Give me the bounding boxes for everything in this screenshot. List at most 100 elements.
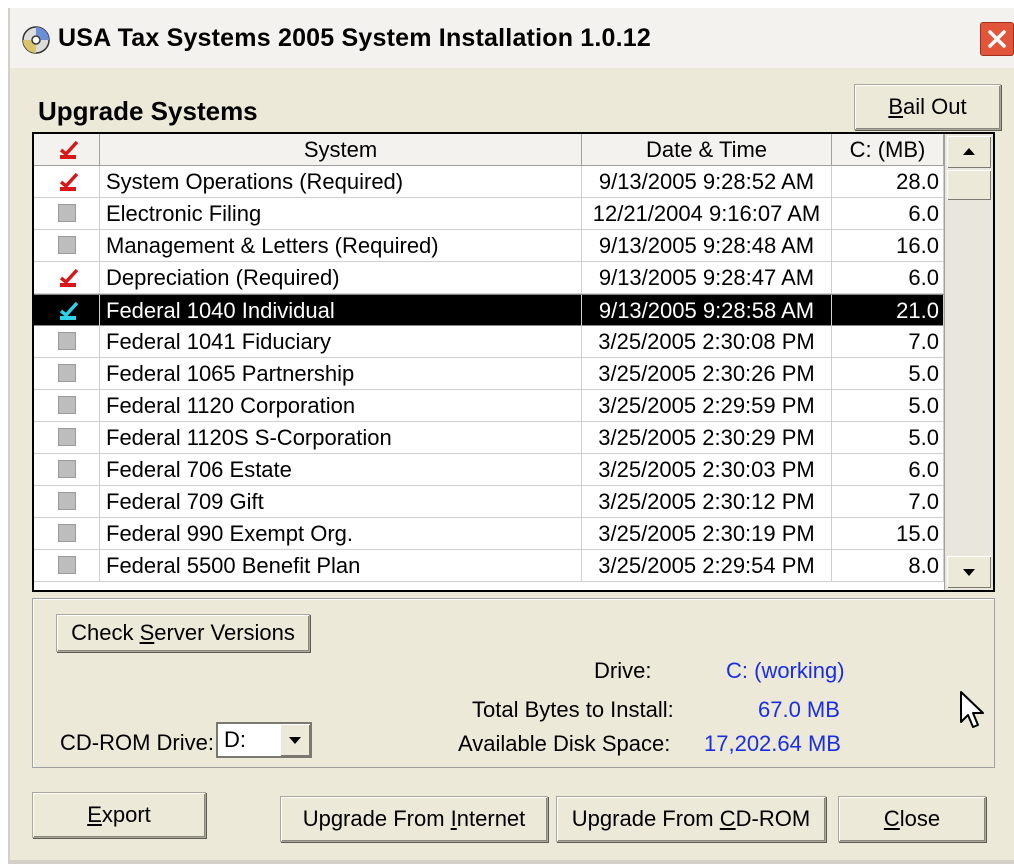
- close-window-button[interactable]: [980, 22, 1014, 56]
- row-checkbox[interactable]: [58, 492, 76, 510]
- row-check-cell: [34, 326, 100, 357]
- row-date-time: 12/21/2004 9:16:07 AM: [582, 198, 832, 229]
- cdrom-dropdown-button[interactable]: [280, 724, 310, 756]
- row-size-mb: 6.0: [832, 198, 944, 229]
- row-checkbox[interactable]: [58, 204, 76, 222]
- table-row[interactable]: Depreciation (Required) 9/13/2005 9:28:47…: [34, 262, 944, 294]
- row-size-mb: 7.0: [832, 326, 944, 357]
- row-system-name: Federal 1120S S-Corporation: [100, 422, 582, 453]
- drive-label: Drive:: [594, 658, 652, 683]
- row-date-time: 9/13/2005 9:28:48 AM: [582, 230, 832, 261]
- row-check-cell: [34, 295, 100, 326]
- row-size-mb: 7.0: [832, 486, 944, 517]
- row-check-cell: [34, 166, 100, 197]
- check-server-versions-button[interactable]: Check Server Versions: [56, 614, 310, 652]
- table-row[interactable]: Management & Letters (Required) 9/13/2005…: [34, 230, 944, 262]
- scroll-up-button[interactable]: [947, 136, 991, 168]
- row-checkbox[interactable]: [58, 556, 76, 574]
- row-date-time: 3/25/2005 2:30:26 PM: [582, 358, 832, 389]
- table-row[interactable]: Federal 706 Estate 3/25/2005 2:30:03 PM 6.…: [34, 454, 944, 486]
- bail-out-button[interactable]: Bail Out: [854, 84, 1001, 130]
- table-row[interactable]: Federal 990 Exempt Org. 3/25/2005 2:30:19…: [34, 518, 944, 550]
- header-date-time[interactable]: Date & Time: [582, 134, 832, 165]
- row-size-mb: 5.0: [832, 390, 944, 421]
- row-checkbox[interactable]: [58, 172, 79, 191]
- close-label-key: C: [883, 806, 900, 831]
- row-size-mb: 28.0: [832, 166, 944, 197]
- export-label-suffix: xport: [101, 802, 151, 827]
- row-check-cell: [34, 550, 100, 581]
- systems-table: System Date & Time C: (MB) System Operat…: [32, 132, 995, 592]
- row-check-cell: [34, 486, 100, 517]
- table-row[interactable]: System Operations (Required) 9/13/2005 9:…: [34, 166, 944, 198]
- row-checkbox[interactable]: [58, 428, 76, 446]
- row-system-name: Federal 1065 Partnership: [100, 358, 582, 389]
- row-system-name: Depreciation (Required): [100, 262, 582, 293]
- table-row[interactable]: Federal 1065 Partnership 3/25/2005 2:30:2…: [34, 358, 944, 390]
- row-size-mb: 5.0: [832, 358, 944, 389]
- export-label-key: E: [87, 802, 102, 827]
- row-checkbox[interactable]: [58, 236, 76, 254]
- row-check-cell: [34, 518, 100, 549]
- row-date-time: 3/25/2005 2:30:08 PM: [582, 326, 832, 357]
- table-row[interactable]: Federal 1120 Corporation 3/25/2005 2:29:5…: [34, 390, 944, 422]
- table-row[interactable]: Electronic Filing 12/21/2004 9:16:07 AM 6.…: [34, 198, 944, 230]
- row-checkbox[interactable]: [58, 460, 76, 478]
- upgrade-from-cdrom-button[interactable]: Upgrade From CD-ROM: [556, 796, 826, 842]
- row-check-cell: [34, 454, 100, 485]
- row-checkbox[interactable]: [58, 332, 76, 350]
- available-space-label: Available Disk Space:: [458, 731, 671, 756]
- cd-disc-icon: [22, 26, 50, 54]
- row-size-mb: 6.0: [832, 454, 944, 485]
- row-date-time: 3/25/2005 2:30:19 PM: [582, 518, 832, 549]
- row-checkbox[interactable]: [58, 268, 79, 287]
- row-check-cell: [34, 390, 100, 421]
- scroll-thumb[interactable]: [947, 170, 991, 200]
- header-system[interactable]: System: [100, 134, 582, 165]
- total-bytes-value: 67.0 MB: [758, 697, 840, 722]
- vertical-scrollbar[interactable]: [944, 134, 993, 590]
- header-check-all[interactable]: [34, 134, 100, 165]
- row-date-time: 9/13/2005 9:28:58 AM: [582, 295, 832, 326]
- row-size-mb: 6.0: [832, 262, 944, 293]
- row-system-name: Federal 709 Gift: [100, 486, 582, 517]
- table-row[interactable]: Federal 1120S S-Corporation 3/25/2005 2:3…: [34, 422, 944, 454]
- upgrade-from-internet-button[interactable]: Upgrade From Internet: [280, 796, 548, 842]
- row-checkbox[interactable]: [58, 396, 76, 414]
- close-icon: [988, 30, 1006, 48]
- row-system-name: Federal 990 Exempt Org.: [100, 518, 582, 549]
- row-check-cell: [34, 358, 100, 389]
- row-check-cell: [34, 262, 100, 293]
- check-all-checkbox[interactable]: [58, 140, 79, 159]
- title-bar[interactable]: USA Tax Systems 2005 System Installation…: [10, 8, 1014, 68]
- upgrade-cd-label-prefix: Upgrade From: [571, 806, 720, 831]
- row-checkbox[interactable]: [58, 524, 76, 542]
- row-date-time: 9/13/2005 9:28:52 AM: [582, 166, 832, 197]
- window-bottom-border: [10, 860, 1014, 864]
- row-checkbox[interactable]: [58, 364, 76, 382]
- row-check-cell: [34, 230, 100, 261]
- bail-out-label-key: B: [888, 94, 904, 119]
- arrow-up-icon: [963, 148, 975, 155]
- table-row[interactable]: Federal 5500 Benefit Plan 3/25/2005 2:29:…: [34, 550, 944, 582]
- row-system-name: Federal 1120 Corporation: [100, 390, 582, 421]
- total-bytes-label: Total Bytes to Install:: [472, 697, 674, 722]
- row-date-time: 3/25/2005 2:30:03 PM: [582, 454, 832, 485]
- row-checkbox[interactable]: [58, 301, 79, 320]
- table-row[interactable]: Federal 709 Gift 3/25/2005 2:30:12 PM 7.0: [34, 486, 944, 518]
- upgrade-cd-label-suffix: D-ROM: [735, 806, 811, 831]
- mouse-pointer-icon: [958, 690, 990, 739]
- table-row[interactable]: Federal 1041 Fiduciary 3/25/2005 2:30:08 …: [34, 326, 944, 358]
- scroll-down-button[interactable]: [947, 556, 991, 588]
- row-date-time: 9/13/2005 9:28:47 AM: [582, 262, 832, 293]
- row-system-name: System Operations (Required): [100, 166, 582, 197]
- page-title: Upgrade Systems: [38, 96, 258, 126]
- table-row[interactable]: Federal 1040 Individual 9/13/2005 9:28:58…: [34, 294, 944, 326]
- close-button[interactable]: Close: [838, 796, 986, 842]
- export-button[interactable]: Export: [32, 792, 206, 838]
- cdrom-drive-label: CD-ROM Drive:: [60, 730, 214, 755]
- cdrom-drive-select[interactable]: D:: [216, 722, 312, 758]
- close-label-suffix: lose: [899, 806, 941, 831]
- header-size[interactable]: C: (MB): [832, 134, 944, 165]
- row-system-name: Management & Letters (Required): [100, 230, 582, 261]
